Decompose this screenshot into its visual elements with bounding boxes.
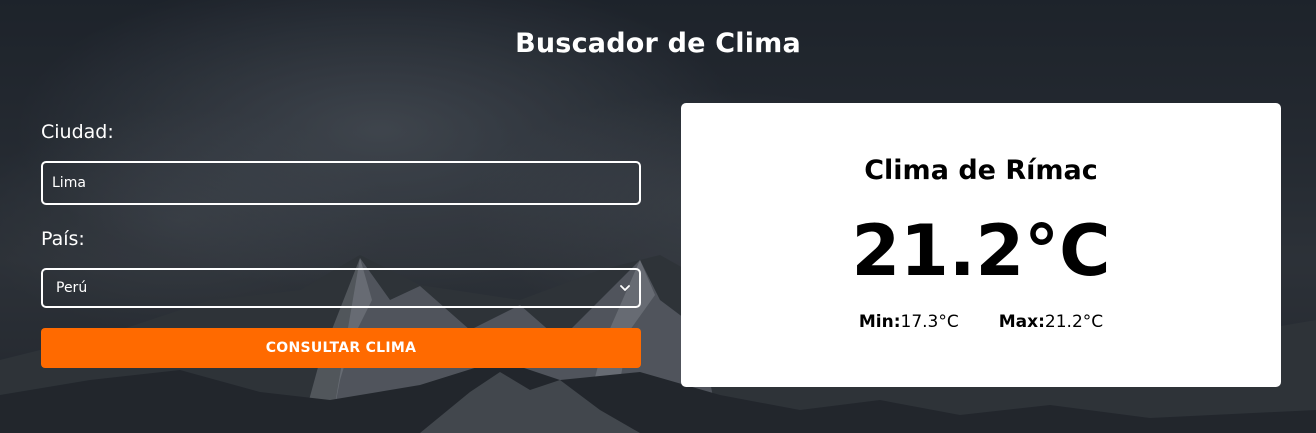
country-select[interactable]: Perú [41,268,641,308]
country-label: País: [41,228,85,250]
weather-search-form: Ciudad: País: Perú CONSULTAR CLIMA [41,120,641,368]
current-temperature: 21.2°C [851,210,1111,292]
min-label: Min: [858,312,901,332]
min-value: 17.3°C [900,312,959,332]
min-max-temperatures: Min:17.3°C Max:21.2°C [681,312,1281,332]
consultar-clima-button[interactable]: CONSULTAR CLIMA [41,328,641,368]
max-value: 21.2°C [1044,312,1104,332]
result-title: Clima de Rímac [864,155,1098,186]
max-label: Max: [998,312,1045,332]
country-select-value: Perú [56,280,88,296]
page-title: Buscador de Clima [515,28,801,59]
city-label: Ciudad: [41,121,114,143]
min-temperature: Min:17.3°C [859,312,959,332]
city-input[interactable] [41,161,641,205]
max-temperature: Max:21.2°C [999,312,1103,332]
chevron-down-icon [619,270,631,306]
weather-result-card: Clima de Rímac 21.2°C Min:17.3°C Max:21.… [681,103,1281,387]
